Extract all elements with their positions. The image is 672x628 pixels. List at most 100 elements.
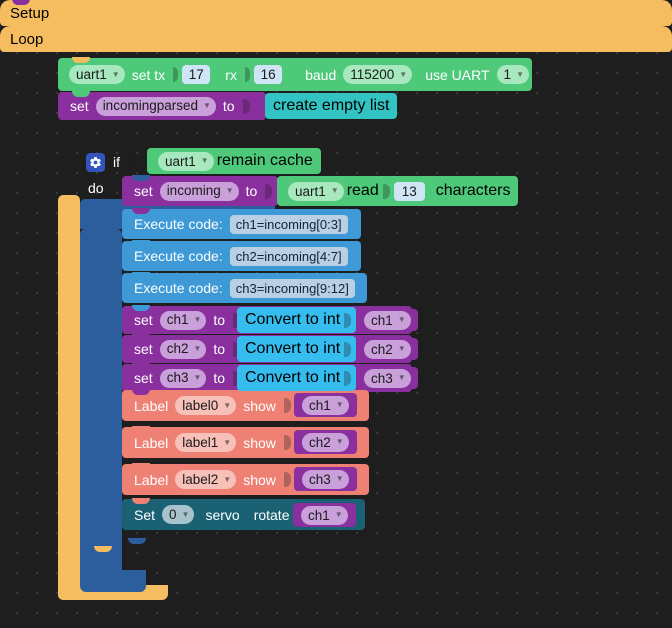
label-show-notch: [132, 389, 150, 395]
ch1-arg-dropdown[interactable]: ch1 ▼: [301, 505, 348, 525]
ch2-arg-dropdown[interactable]: ch2 ▼: [364, 339, 411, 359]
ch1-variable-dropdown[interactable]: ch1 ▼: [159, 310, 207, 330]
setup-hat-label: Setup: [10, 4, 50, 22]
set-label: set: [134, 341, 153, 357]
use-uart-dropdown[interactable]: 1 ▼: [496, 65, 529, 84]
convert-arg-block-3[interactable]: ch3 ▼: [357, 367, 418, 389]
label-show-notch: [132, 426, 150, 432]
create-empty-list-block[interactable]: create empty list: [265, 93, 398, 119]
chevron-down-icon: ▼: [223, 437, 232, 447]
label2-target-dropdown[interactable]: label2 ▼: [175, 470, 237, 489]
uart-tx-value[interactable]: 17: [182, 65, 211, 84]
if-label: if: [113, 154, 120, 170]
incomingparsed-variable-dropdown[interactable]: incomingparsed ▼: [95, 96, 216, 116]
execute-code-block-3[interactable]: Execute code: ch3=incoming[9:12]: [122, 272, 367, 303]
show-value-socket: [283, 398, 291, 413]
chevron-down-icon: ▼: [193, 315, 202, 324]
label1-target-dropdown[interactable]: label1 ▼: [175, 433, 237, 452]
chevron-down-icon: ▼: [223, 400, 232, 410]
execute-code-input-1[interactable]: ch1=incoming[0:3]: [229, 214, 348, 234]
uart-init-block[interactable]: uart1 ▼ set tx 17 rx 16 baud 115200 ▼ us…: [58, 57, 532, 91]
loop-hat-label: Loop: [10, 30, 44, 48]
set-incomingparsed-block[interactable]: set incomingparsed ▼ to: [58, 91, 266, 120]
if-block-bottom-notch: [128, 538, 146, 544]
convert-to-int-block-1[interactable]: Convert to int: [237, 307, 357, 333]
chevron-down-icon: ▼: [111, 69, 120, 79]
gear-icon[interactable]: [86, 152, 105, 172]
ch3-arg-dropdown[interactable]: ch3 ▼: [302, 469, 349, 489]
incoming-variable-dropdown[interactable]: incoming ▼: [159, 181, 239, 201]
read-count-value[interactable]: 13: [393, 181, 425, 201]
show-value-socket: [283, 472, 291, 487]
set-incoming-block[interactable]: set incoming ▼ to: [122, 175, 278, 206]
set-ch1-notch: [132, 305, 150, 311]
convert-arg-block-2[interactable]: ch2 ▼: [357, 338, 418, 360]
chevron-down-icon: ▼: [223, 474, 232, 484]
show-value-socket: [283, 435, 291, 450]
tx-socket: [173, 67, 179, 82]
set-label: set: [134, 370, 153, 386]
remain-cache-label: remain cache: [216, 152, 313, 169]
label-show-arg-block-3[interactable]: ch3 ▼: [294, 467, 357, 491]
loop-event-hat[interactable]: Loop: [0, 0, 672, 52]
servo-label: servo: [205, 506, 240, 523]
read-label: read: [346, 182, 379, 199]
ch1-arg-dropdown[interactable]: ch1 ▼: [302, 395, 349, 415]
if-condition-socket: [128, 154, 135, 170]
chevron-down-icon: ▼: [397, 344, 406, 353]
chevron-down-icon: ▼: [397, 315, 406, 324]
ch1-arg-dropdown[interactable]: ch1 ▼: [364, 310, 411, 330]
chevron-down-icon: ▼: [193, 373, 202, 382]
create-empty-list-label: create empty list: [273, 97, 390, 114]
ch2-variable-dropdown[interactable]: ch2 ▼: [159, 339, 207, 359]
chevron-down-icon: ▼: [397, 373, 406, 382]
convert-to-int-block-2[interactable]: Convert to int: [237, 336, 357, 362]
uart-rx-value[interactable]: 16: [254, 65, 283, 84]
chevron-down-icon: ▼: [203, 101, 211, 110]
label0-target-dropdown[interactable]: label0 ▼: [175, 396, 237, 415]
if-block-left-spine: [80, 229, 122, 584]
if-header-row[interactable]: if: [84, 150, 136, 174]
convert-arg-socket: [344, 370, 352, 386]
ch3-arg-dropdown[interactable]: ch3 ▼: [364, 368, 411, 388]
execute-code-input-2[interactable]: ch2=incoming[4:7]: [229, 246, 348, 266]
convert-arg-block-1[interactable]: ch1 ▼: [357, 309, 418, 331]
ch2-arg-dropdown[interactable]: ch2 ▼: [302, 432, 349, 452]
value-socket: [242, 98, 250, 114]
label-show-arg-block-1[interactable]: ch1 ▼: [294, 393, 357, 417]
execute-code-notch: [132, 272, 150, 278]
setup-event-hat[interactable]: Setup: [0, 0, 672, 26]
chevron-down-icon: ▼: [335, 437, 344, 446]
execute-code-block-2[interactable]: Execute code: ch2=incoming[4:7]: [122, 240, 361, 271]
convert-to-int-block-3[interactable]: Convert to int: [237, 365, 357, 391]
uart-rx-label: rx: [225, 66, 237, 83]
execute-code-input-3[interactable]: ch3=incoming[9:12]: [229, 278, 355, 298]
label-word: Label: [134, 397, 169, 414]
label-show-arg-block-2[interactable]: ch2 ▼: [294, 430, 357, 454]
convert-to-int-label: Convert to int: [245, 311, 341, 328]
blockly-workspace[interactable]: Setup uart1 ▼ set tx 17 rx 16 baud 11520…: [0, 0, 672, 628]
convert-to-int-label: Convert to int: [245, 340, 341, 357]
chevron-down-icon: ▼: [335, 474, 344, 483]
read-port-dropdown[interactable]: uart1 ▼: [288, 181, 344, 201]
chevron-down-icon: ▼: [399, 69, 408, 79]
uart-port-dropdown[interactable]: uart1 ▼: [69, 65, 125, 84]
read-value-socket: [265, 183, 273, 199]
ch3-variable-dropdown[interactable]: ch3 ▼: [159, 368, 207, 388]
set-label: set: [70, 98, 89, 114]
uart-baud-dropdown[interactable]: 115200 ▼: [343, 65, 413, 84]
show-label: show: [243, 397, 276, 414]
servo-index-dropdown[interactable]: 0 ▼: [162, 505, 195, 524]
set-label: set: [134, 183, 153, 199]
do-label: do: [88, 180, 104, 196]
chevron-down-icon: ▼: [193, 344, 202, 353]
chevron-down-icon: ▼: [181, 509, 190, 519]
uart-remain-cache-block[interactable]: uart1 ▼ remain cache: [147, 148, 321, 174]
uart-read-block[interactable]: uart1 ▼ read 13 characters: [277, 176, 519, 206]
servo-arg-block[interactable]: ch1 ▼: [293, 503, 356, 527]
if-block-bottom-bar: [80, 570, 146, 592]
read-count-socket: [382, 183, 390, 199]
execute-code-block-1[interactable]: Execute code: ch1=incoming[0:3]: [122, 208, 361, 239]
remain-cache-port-dropdown[interactable]: uart1 ▼: [158, 151, 214, 171]
servo-rotate-notch: [132, 498, 150, 504]
